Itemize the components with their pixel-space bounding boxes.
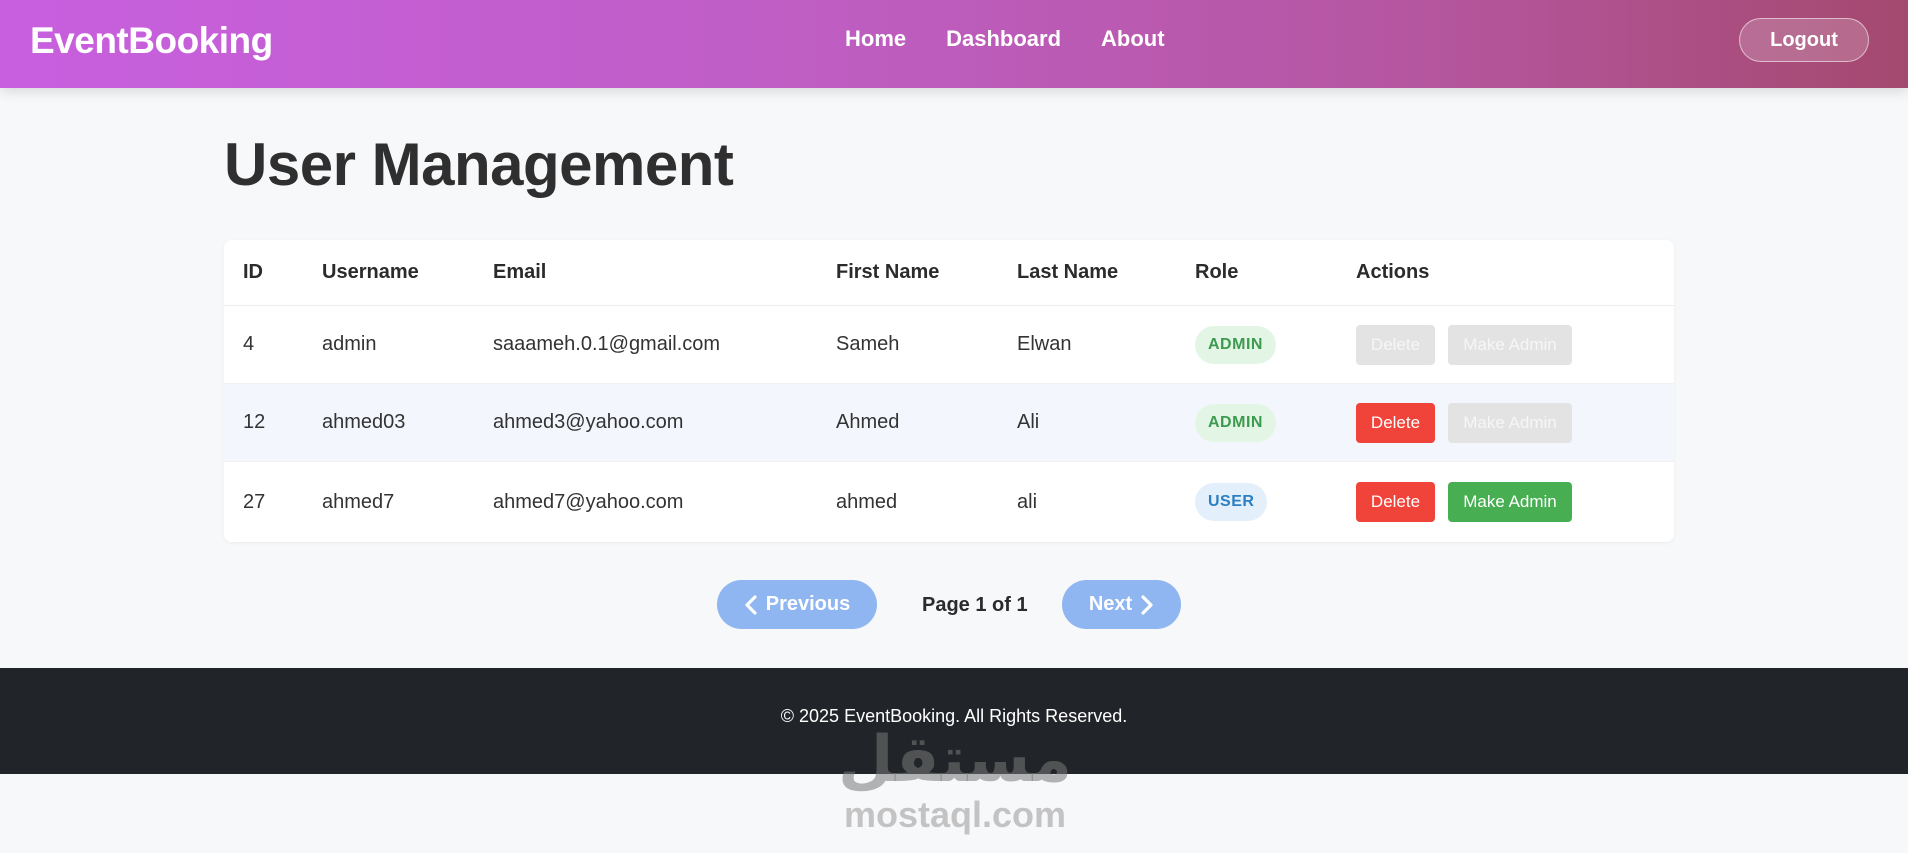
cell-last-name: Ali [1017,411,1040,433]
table-row: 4 admin saaameh.0.1@gmail.com Sameh Elwa… [224,306,1674,384]
cell-first-name: Ahmed [836,411,900,433]
brand-logo[interactable]: EventBooking [30,20,273,62]
delete-button[interactable]: Delete [1356,402,1435,443]
cell-username: admin [322,333,377,355]
watermark-latin: mostaql.com [843,794,1067,835]
table-row: 27 ahmed7 ahmed7@yahoo.com ahmed ali USE… [224,462,1674,542]
cell-actions: Delete Make Admin [1356,384,1572,461]
users-table: ID Username Email First Name Last Name R… [224,240,1674,542]
previous-label: Previous [765,593,851,615]
cell-actions: Delete Make Admin [1356,306,1572,383]
page-footer: © 2025 EventBooking. All Rights Reserved… [0,668,1908,774]
column-header-email: Email [493,261,547,283]
nav-home[interactable]: Home [845,26,906,52]
next-page-button[interactable]: Next [1062,580,1181,629]
cell-role: USER [1195,462,1268,542]
table-header-row: ID Username Email First Name Last Name R… [224,240,1674,306]
cell-role: ADMIN [1195,306,1276,383]
column-header-id: ID [243,261,263,283]
delete-button[interactable]: Delete [1356,482,1435,522]
page-title: User Management [224,131,734,198]
column-header-first-name: First Name [836,261,940,283]
column-header-last-name: Last Name [1017,261,1119,283]
chevron-right-icon [1141,594,1153,615]
role-badge: USER [1195,483,1268,521]
copyright-text: © 2025 EventBooking. All Rights Reserved… [780,705,1128,726]
cell-id: 12 [243,411,266,433]
column-header-username: Username [322,261,419,283]
column-header-actions: Actions [1356,261,1430,283]
make-admin-button[interactable]: Make Admin [1448,482,1572,522]
table-row: 12 ahmed03 ahmed3@yahoo.com Ahmed Ali AD… [224,384,1674,462]
cell-email: ahmed7@yahoo.com [493,490,684,513]
nav-dashboard[interactable]: Dashboard [946,26,1061,52]
cell-id: 27 [243,490,266,513]
cell-actions: Delete Make Admin [1356,462,1572,542]
next-label: Next [1088,593,1133,615]
make-admin-button[interactable]: Make Admin [1448,402,1572,443]
page-indicator: Page 1 of 1 [922,594,1028,616]
cell-username: ahmed7 [322,490,395,513]
top-navbar: EventBooking Home Dashboard About Logout [0,0,1908,88]
cell-id: 4 [243,333,255,355]
cell-role: ADMIN [1195,384,1276,461]
chevron-left-icon [745,594,757,615]
make-admin-button[interactable]: Make Admin [1448,324,1572,365]
cell-email: saaameh.0.1@gmail.com [493,333,721,355]
logout-button[interactable]: Logout [1739,18,1869,62]
delete-button[interactable]: Delete [1356,324,1435,365]
role-badge: ADMIN [1195,325,1276,364]
main-nav: Home Dashboard About [845,26,1165,52]
role-badge: ADMIN [1195,403,1276,442]
nav-about[interactable]: About [1101,26,1165,52]
cell-last-name: Elwan [1017,333,1072,355]
cell-first-name: ahmed [836,490,898,513]
cell-username: ahmed03 [322,411,406,433]
previous-page-button[interactable]: Previous [717,580,877,629]
column-header-role: Role [1195,261,1239,283]
cell-email: ahmed3@yahoo.com [493,411,684,433]
cell-first-name: Sameh [836,333,900,355]
cell-last-name: ali [1017,490,1038,513]
